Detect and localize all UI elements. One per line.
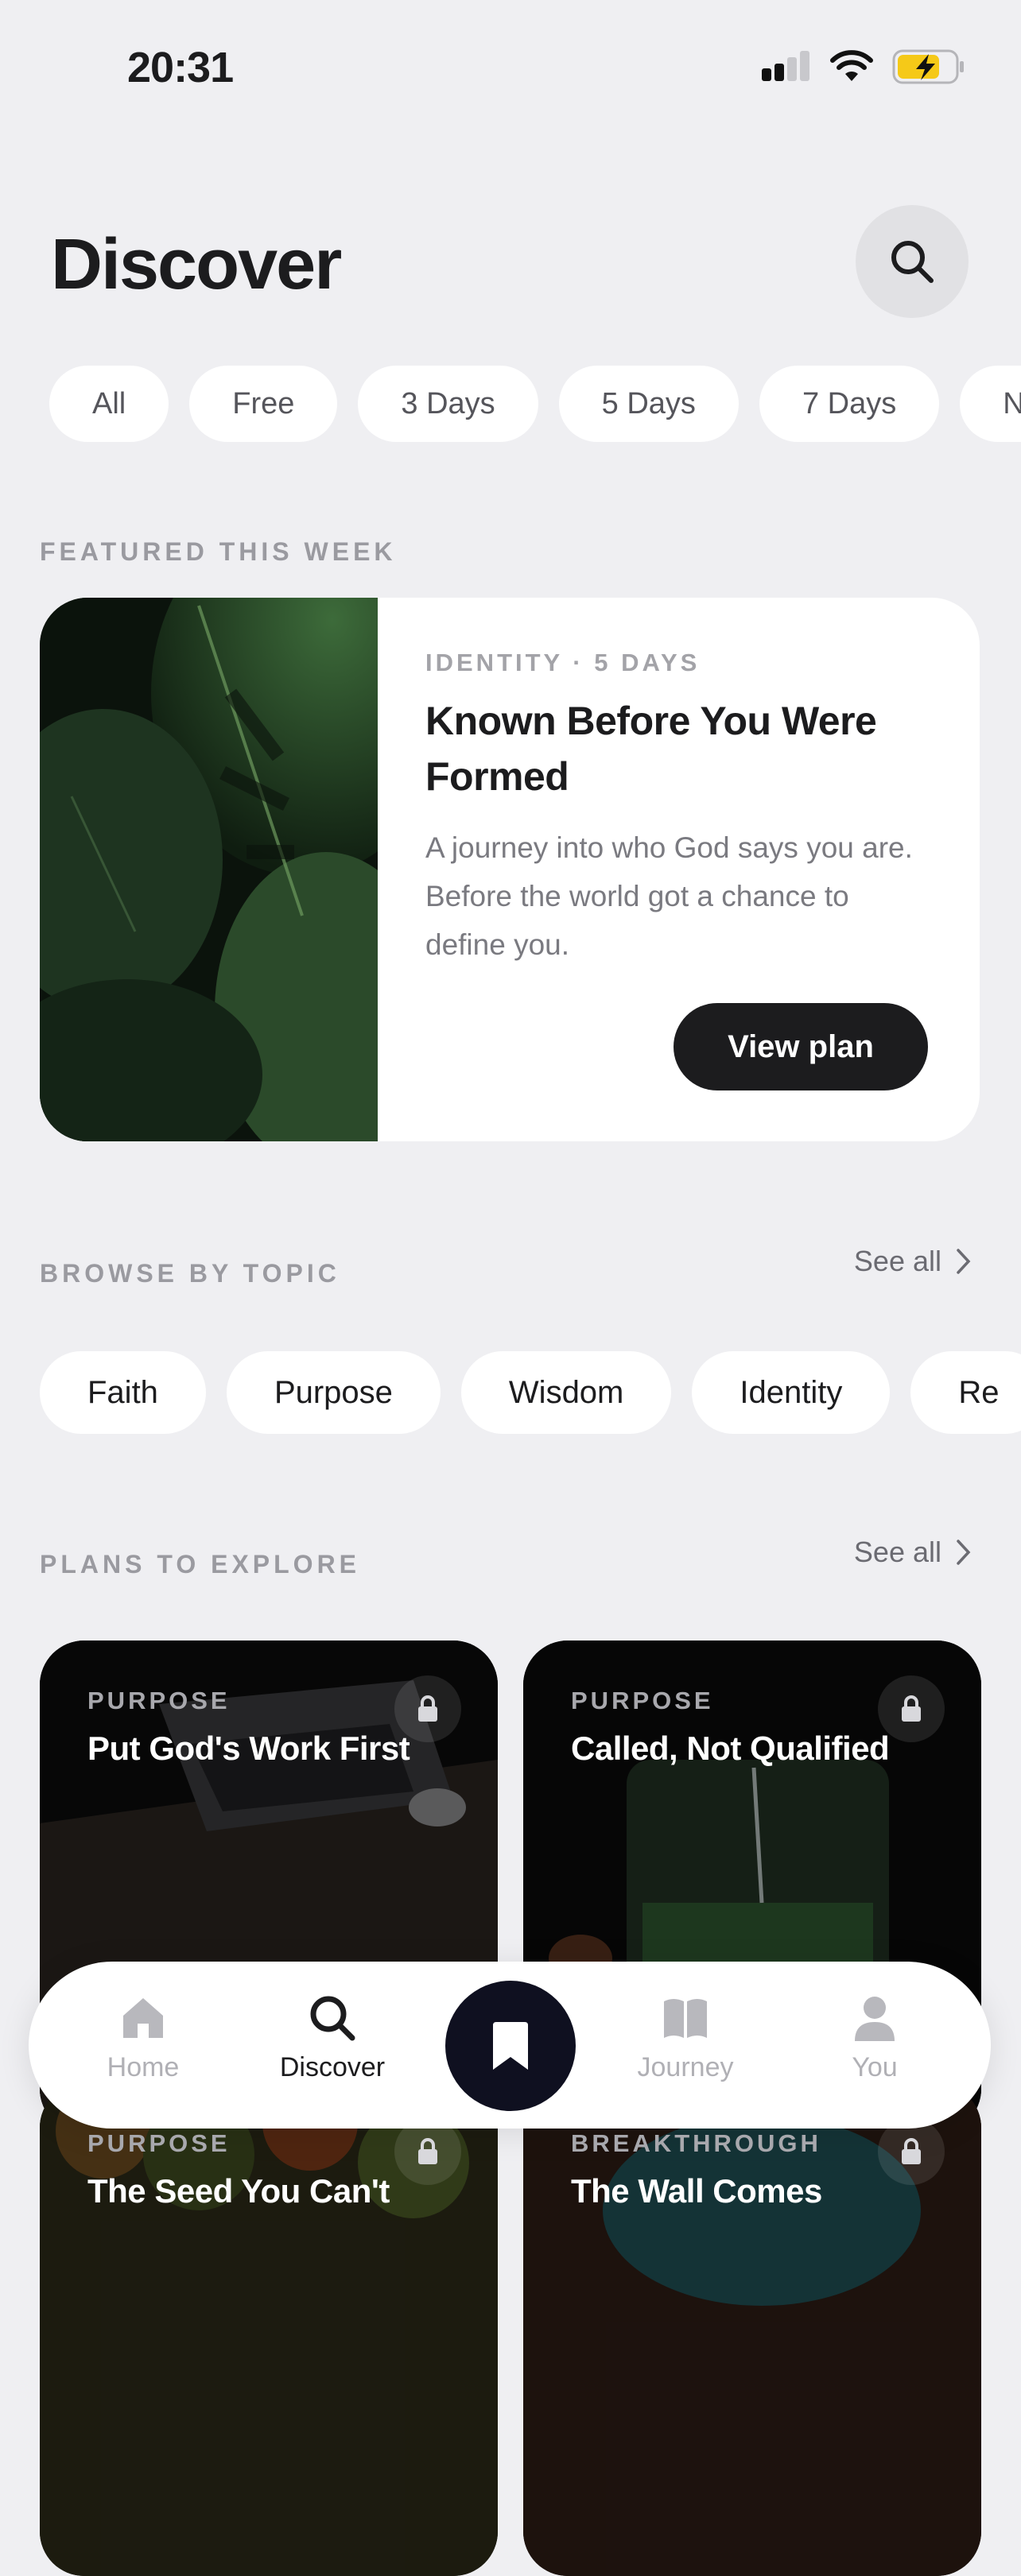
topics-see-all-label: See all [853, 1245, 941, 1277]
filter-chip-free[interactable]: Free [189, 366, 338, 442]
filter-chip-more[interactable]: N [960, 366, 1021, 442]
filter-chip-5-days[interactable]: 5 Days [558, 366, 739, 442]
topic-chip-faith[interactable]: Faith [40, 1351, 206, 1434]
featured-image [40, 598, 378, 1141]
featured-section-label: FEATURED THIS WEEK [40, 537, 397, 566]
status-time: 20:31 [127, 44, 234, 91]
status-icons [760, 48, 965, 86]
plan-card[interactable]: PURPOSE The Seed You Can't [40, 2083, 498, 2576]
tab-home[interactable]: Home [64, 1993, 223, 2083]
bottom-tab-bar: Home Discover Journey You [29, 1962, 991, 2129]
plan-category: PURPOSE [87, 2129, 231, 2157]
topics-see-all-link[interactable]: See all [854, 1245, 972, 1278]
plan-card[interactable]: BREAKTHROUGH The Wall Comes [523, 2083, 981, 2576]
view-plan-button[interactable]: View plan [674, 1003, 928, 1090]
plan-category: PURPOSE [87, 1687, 231, 1714]
page-title: Discover [51, 225, 342, 304]
saved-plans-button[interactable] [445, 1981, 576, 2111]
lock-icon [418, 1695, 437, 1722]
tab-discover[interactable]: Discover [253, 1993, 412, 2083]
book-icon [664, 1999, 707, 2038]
featured-title: Known Before You Were Formed [425, 699, 877, 799]
tab-you[interactable]: You [795, 1993, 954, 2083]
featured-meta: IDENTITY · 5 DAYS [425, 649, 701, 676]
plan-category: BREAKTHROUGH [571, 2129, 821, 2157]
filter-chip-all[interactable]: All [49, 366, 169, 442]
lock-icon [902, 1695, 921, 1722]
lock-badge [394, 2118, 461, 2185]
tab-label: Discover [279, 2052, 386, 2082]
home-icon [123, 1998, 163, 2038]
plans-see-all-label: See all [853, 1536, 941, 1568]
plans-section-label: PLANS TO EXPLORE [40, 1550, 361, 1579]
lock-icon [418, 2138, 437, 2164]
filter-chip-3-days[interactable]: 3 Days [358, 366, 538, 442]
topic-chip-wisdom[interactable]: Wisdom [460, 1351, 672, 1434]
tab-journey[interactable]: Journey [606, 1993, 765, 2083]
featured-card[interactable]: IDENTITY · 5 DAYS Known Before You Were … [40, 598, 980, 1141]
tab-label: Home [107, 2052, 180, 2082]
topic-chip-purpose[interactable]: Purpose [226, 1351, 441, 1434]
filter-chips: All Free 3 Days 5 Days 7 Days N [49, 366, 1021, 442]
lock-badge [394, 1675, 461, 1742]
lock-icon [902, 2138, 921, 2164]
lock-badge [878, 2118, 945, 2185]
search-icon [891, 241, 934, 283]
search-button[interactable] [856, 205, 969, 318]
wifi-icon [830, 50, 873, 81]
topic-chip-more[interactable]: Re [910, 1351, 1021, 1434]
topics-section-label: BROWSE BY TOPIC [40, 1259, 340, 1288]
plan-category: PURPOSE [571, 1687, 714, 1714]
topic-chips: Faith Purpose Wisdom Identity Re [40, 1351, 1021, 1434]
person-icon [855, 1997, 895, 2041]
cellular-signal-icon [762, 51, 809, 81]
tab-label: Journey [637, 2052, 734, 2082]
filter-chip-7-days[interactable]: 7 Days [759, 366, 940, 442]
plans-see-all-link[interactable]: See all [854, 1536, 972, 1569]
featured-description: A journey into who God says you are. Bef… [425, 831, 913, 961]
lock-badge [878, 1675, 945, 1742]
chevron-right-icon [957, 1540, 971, 1565]
search-icon [310, 1996, 355, 2041]
tab-label: You [852, 2052, 898, 2082]
topic-chip-identity[interactable]: Identity [692, 1351, 891, 1434]
chevron-right-icon [957, 1249, 971, 1274]
bookmark-icon [493, 2022, 528, 2070]
battery-charging-icon [892, 49, 964, 84]
